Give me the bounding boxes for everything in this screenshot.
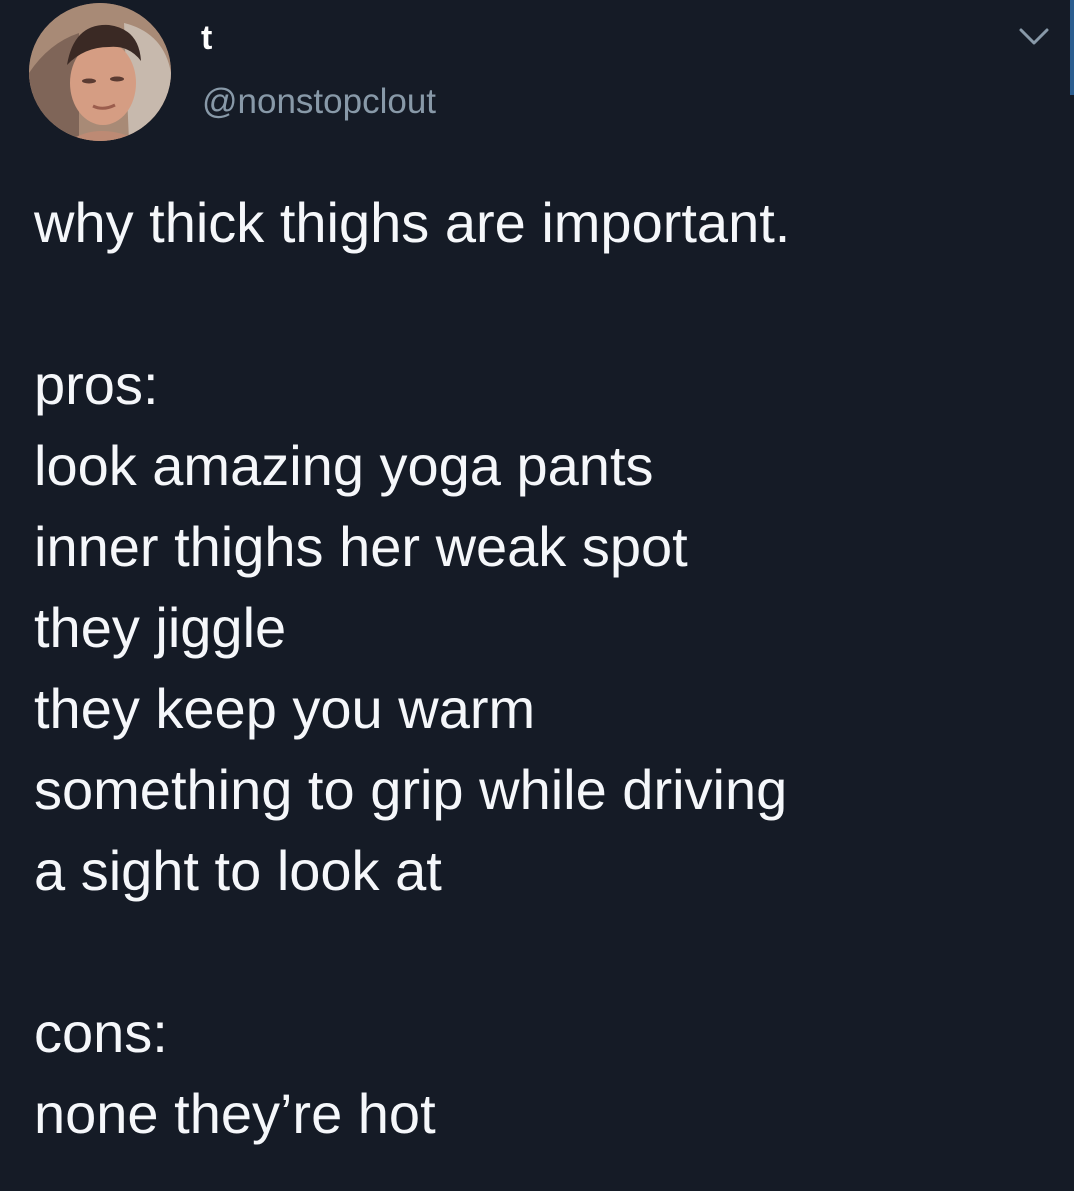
scroll-edge-indicator [1070,0,1074,95]
display-name[interactable]: t [201,18,212,58]
tweet-text: why thick thighs are important. pros: lo… [34,182,1054,1154]
pros-item: look amazing yoga pants [34,434,654,497]
pros-item: a sight to look at [34,839,442,902]
pros-item: inner thighs her weak spot [34,515,688,578]
tweet-title-line: why thick thighs are important. [34,191,791,254]
avatar[interactable] [29,3,171,141]
tweet-card: t @nonstopclout why thick thighs are imp… [0,0,1074,1191]
user-handle[interactable]: @nonstopclout [202,80,436,124]
cons-item: none they’re hot [34,1082,436,1145]
pros-header: pros: [34,353,159,416]
avatar-photo [29,3,171,141]
chevron-down-icon[interactable] [1018,26,1050,48]
pros-item: they keep you warm [34,677,536,740]
pros-item: something to grip while driving [34,758,788,821]
cons-header: cons: [34,1001,168,1064]
pros-item: they jiggle [34,596,287,659]
